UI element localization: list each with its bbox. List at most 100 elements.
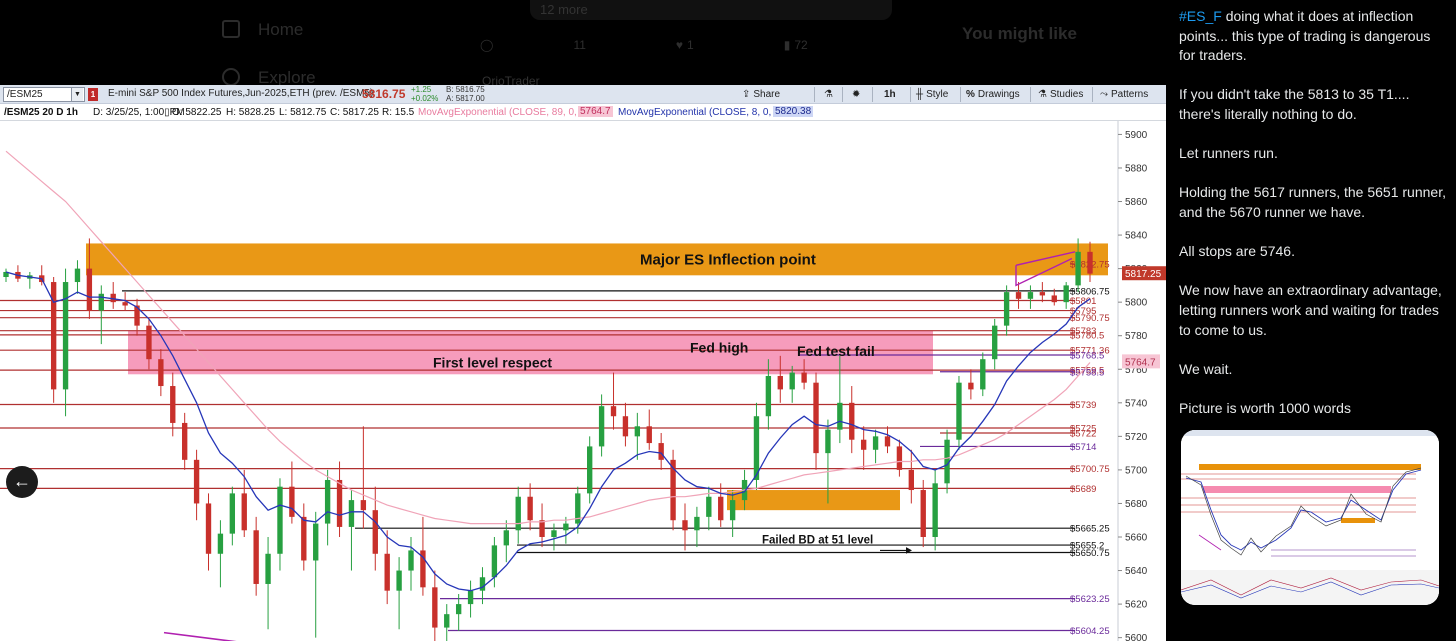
candle-body [992,325,998,360]
timeframe-button[interactable]: 1h [884,87,896,102]
settings-button[interactable]: ✹ [852,87,863,102]
bid-ask: B: 5816.75 A: 5817.00 [446,85,485,103]
toolbar-separator [960,87,961,102]
candle-body [372,510,378,554]
candle-body [467,590,474,605]
price-axis-label: 5640 [1125,566,1148,577]
toolbar-separator [910,87,911,102]
gear-icon: ✹ [852,89,861,100]
candle-body [1027,292,1034,299]
candle-body [1063,285,1069,303]
back-arrow-button[interactable]: ← [6,466,38,498]
nav-home[interactable]: Home [222,20,303,40]
price-axis-label: 5840 [1125,231,1148,242]
chart-annotation: Major ES Inflection point [640,251,816,268]
patterns-button[interactable]: ⤳ Patterns [1100,87,1148,102]
tweet-paragraph: We now have an extraordinary advantage, … [1179,282,1442,338]
like-icon[interactable]: ♥ [676,38,683,52]
candle-body [86,268,93,311]
candle-body [122,302,128,306]
candle-body [324,479,331,524]
candle-body [777,375,783,390]
candle-body [74,268,81,283]
tweet-paragraph: #ES_F doing what it does at inflection p… [1179,8,1431,64]
chart-annotation: Fed test fail [797,343,875,359]
candle-body [1039,292,1046,296]
style-button[interactable]: ╫ Style [916,87,948,102]
chart-thumbnail-image[interactable] [1181,430,1439,605]
price-level-label: $5722 [1070,429,1096,440]
candle-body [920,490,926,537]
hashtag-link[interactable]: #ES_F [1179,8,1222,24]
flask-icon: ⚗ [824,89,833,100]
candle-body [813,382,819,454]
you-might-like-heading: You might like [962,24,1077,43]
ema8-value: 5820.38 [773,106,814,117]
tweet-paragraph: All stops are 5746. [1179,243,1295,260]
symbol-dropdown-icon[interactable]: ▼ [71,88,83,101]
ema89-price-label: 5764.7 [1125,357,1156,368]
candle-body [634,426,641,437]
price-axis-label: 5680 [1125,499,1148,510]
candle-body [301,516,307,561]
candle-body [384,553,390,591]
price-change: +1.25 +0.02% [411,85,439,103]
candle-body [253,530,259,584]
bar-date: D: 3/25/25, 1:00▯PM [93,107,185,118]
candle-body [158,359,164,387]
candle-body [1051,295,1057,303]
price-level-label: $5758.5 [1070,367,1104,378]
candle-body [968,382,974,390]
toolbar-separator [1092,87,1093,102]
candle-body [360,500,367,511]
link-group-badge[interactable]: 1 [88,88,98,101]
candle-body [908,469,914,491]
candle-body [932,483,938,537]
price-axis-label: 5720 [1125,432,1148,443]
last-price: 5816.75 [362,87,406,101]
candle-body [289,486,295,517]
ema8-legend[interactable]: MovAvgExponential (CLOSE, 8, 0, no) [618,107,788,118]
candle-body [860,439,867,450]
studies-button[interactable]: ⚗ Studies [1038,87,1083,102]
share-button[interactable]: ⇪ Share [742,87,780,102]
price-chart[interactable]: $5822.75$5806.75$5801$5795$5790.75$5783$… [0,121,1166,641]
drawings-button[interactable]: % Drawings [966,87,1020,102]
price-level-label: $5790.75 [1070,313,1110,324]
candle-body [491,545,498,578]
candle-body [408,550,414,571]
candle-body [336,479,343,527]
candle-body [718,496,724,521]
price-axis-label: 5900 [1125,130,1148,141]
candle-body [789,372,795,390]
candle-body [193,459,200,504]
candle-body [527,496,533,521]
candle-body [884,436,891,447]
price-axis-label: 5620 [1125,600,1148,611]
candle-body [170,386,176,423]
candle-body [801,372,807,383]
price-level-label: $5623.25 [1070,594,1110,605]
toolbar-separator [814,87,815,102]
tweet-paragraph: If you didn't take the 5813 to 35 T1....… [1179,86,1410,122]
reply-icon[interactable]: ◯ [480,38,493,52]
candle-body [1015,292,1022,299]
candle-body [1087,251,1093,274]
show-more-pill[interactable]: 12 more [530,0,892,20]
screenshot-root: Home Explore 12 more ◯ 11 ♥ 1 ▮ 72 You might … [0,0,1456,641]
candle-body [646,426,652,444]
candle-body [98,293,104,311]
price-level-label: $5768.5 [1070,351,1104,362]
views-icon[interactable]: ▮ [784,38,791,52]
price-axis-label: 5880 [1125,163,1148,174]
tweet-paragraph: We wait. [1179,360,1233,377]
current-price-label: 5817.25 [1125,269,1162,280]
ema89-legend[interactable]: MovAvgExponential (CLOSE, 89, 0, no) [418,107,594,118]
candle-body [551,530,557,537]
candle-body [598,406,605,447]
bar-range: R: 15.5 [382,107,415,118]
flask-button[interactable]: ⚗ [824,87,836,102]
chart-annotation: Fed high [690,339,748,355]
candle-body [432,587,438,628]
candle-body [479,577,486,591]
